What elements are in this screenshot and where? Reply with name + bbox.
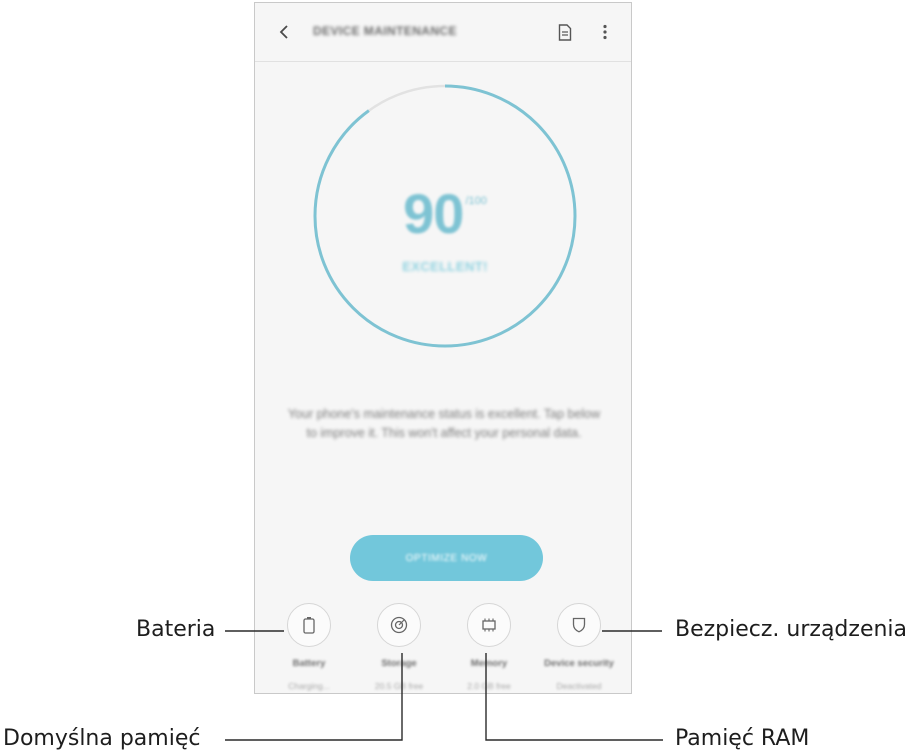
battery-tile[interactable]: Battery Charging...: [264, 603, 354, 691]
memory-tile-label: Memory: [470, 658, 508, 669]
shield-icon: [572, 617, 586, 633]
score-status: EXCELLENT!: [402, 259, 488, 274]
report-button[interactable]: [553, 20, 577, 44]
callout-device-security: Bezpiecz. urządzenia: [675, 617, 908, 642]
storage-tile[interactable]: Storage 20.5 GB free: [354, 603, 444, 691]
app-bar: DEVICE MAINTENANCE: [255, 3, 631, 62]
battery-tile-label: Battery: [292, 658, 326, 669]
chevron-left-icon: [279, 25, 288, 39]
more-vertical-icon: [603, 24, 607, 40]
score-gauge: 90/100 EXCELLENT!: [310, 81, 580, 351]
device-security-tile[interactable]: Device security Deactivated: [534, 603, 624, 691]
device-security-tile-circle: [557, 603, 601, 647]
battery-tile-circle: [287, 603, 331, 647]
score-display: 90/100: [310, 181, 580, 246]
memory-tile-status: 2.0 GB free: [467, 681, 511, 691]
optimize-now-button[interactable]: OPTIMIZE NOW: [350, 535, 543, 581]
callout-memory: Pamięć RAM: [675, 726, 810, 751]
memory-chip-icon: [482, 618, 496, 632]
score-value: 90: [403, 182, 464, 245]
storage-tile-label: Storage: [381, 658, 417, 669]
memory-tile-circle: [467, 603, 511, 647]
battery-icon: [303, 617, 315, 634]
back-button[interactable]: [271, 19, 297, 45]
score-max: /100: [465, 195, 487, 207]
document-icon: [558, 23, 572, 41]
storage-icon: [390, 616, 408, 634]
device-security-tile-status: Deactivated: [556, 681, 602, 691]
more-options-button[interactable]: [593, 20, 617, 44]
storage-tile-status: 20.5 GB free: [374, 681, 424, 691]
maintenance-status-text: Your phone's maintenance status is excel…: [287, 407, 601, 440]
callout-battery: Bateria: [136, 617, 216, 642]
phone-screen: DEVICE MAINTENANCE 90/100 EXCELLENT! You…: [254, 2, 632, 694]
battery-tile-status: Charging...: [288, 681, 330, 691]
device-security-tile-label: Device security: [544, 658, 614, 669]
optimize-now-label: OPTIMIZE NOW: [405, 552, 488, 564]
storage-tile-circle: [377, 603, 421, 647]
callout-storage: Domyślna pamięć: [3, 726, 201, 751]
page-title: DEVICE MAINTENANCE: [313, 24, 457, 38]
memory-tile[interactable]: Memory 2.0 GB free: [444, 603, 534, 691]
